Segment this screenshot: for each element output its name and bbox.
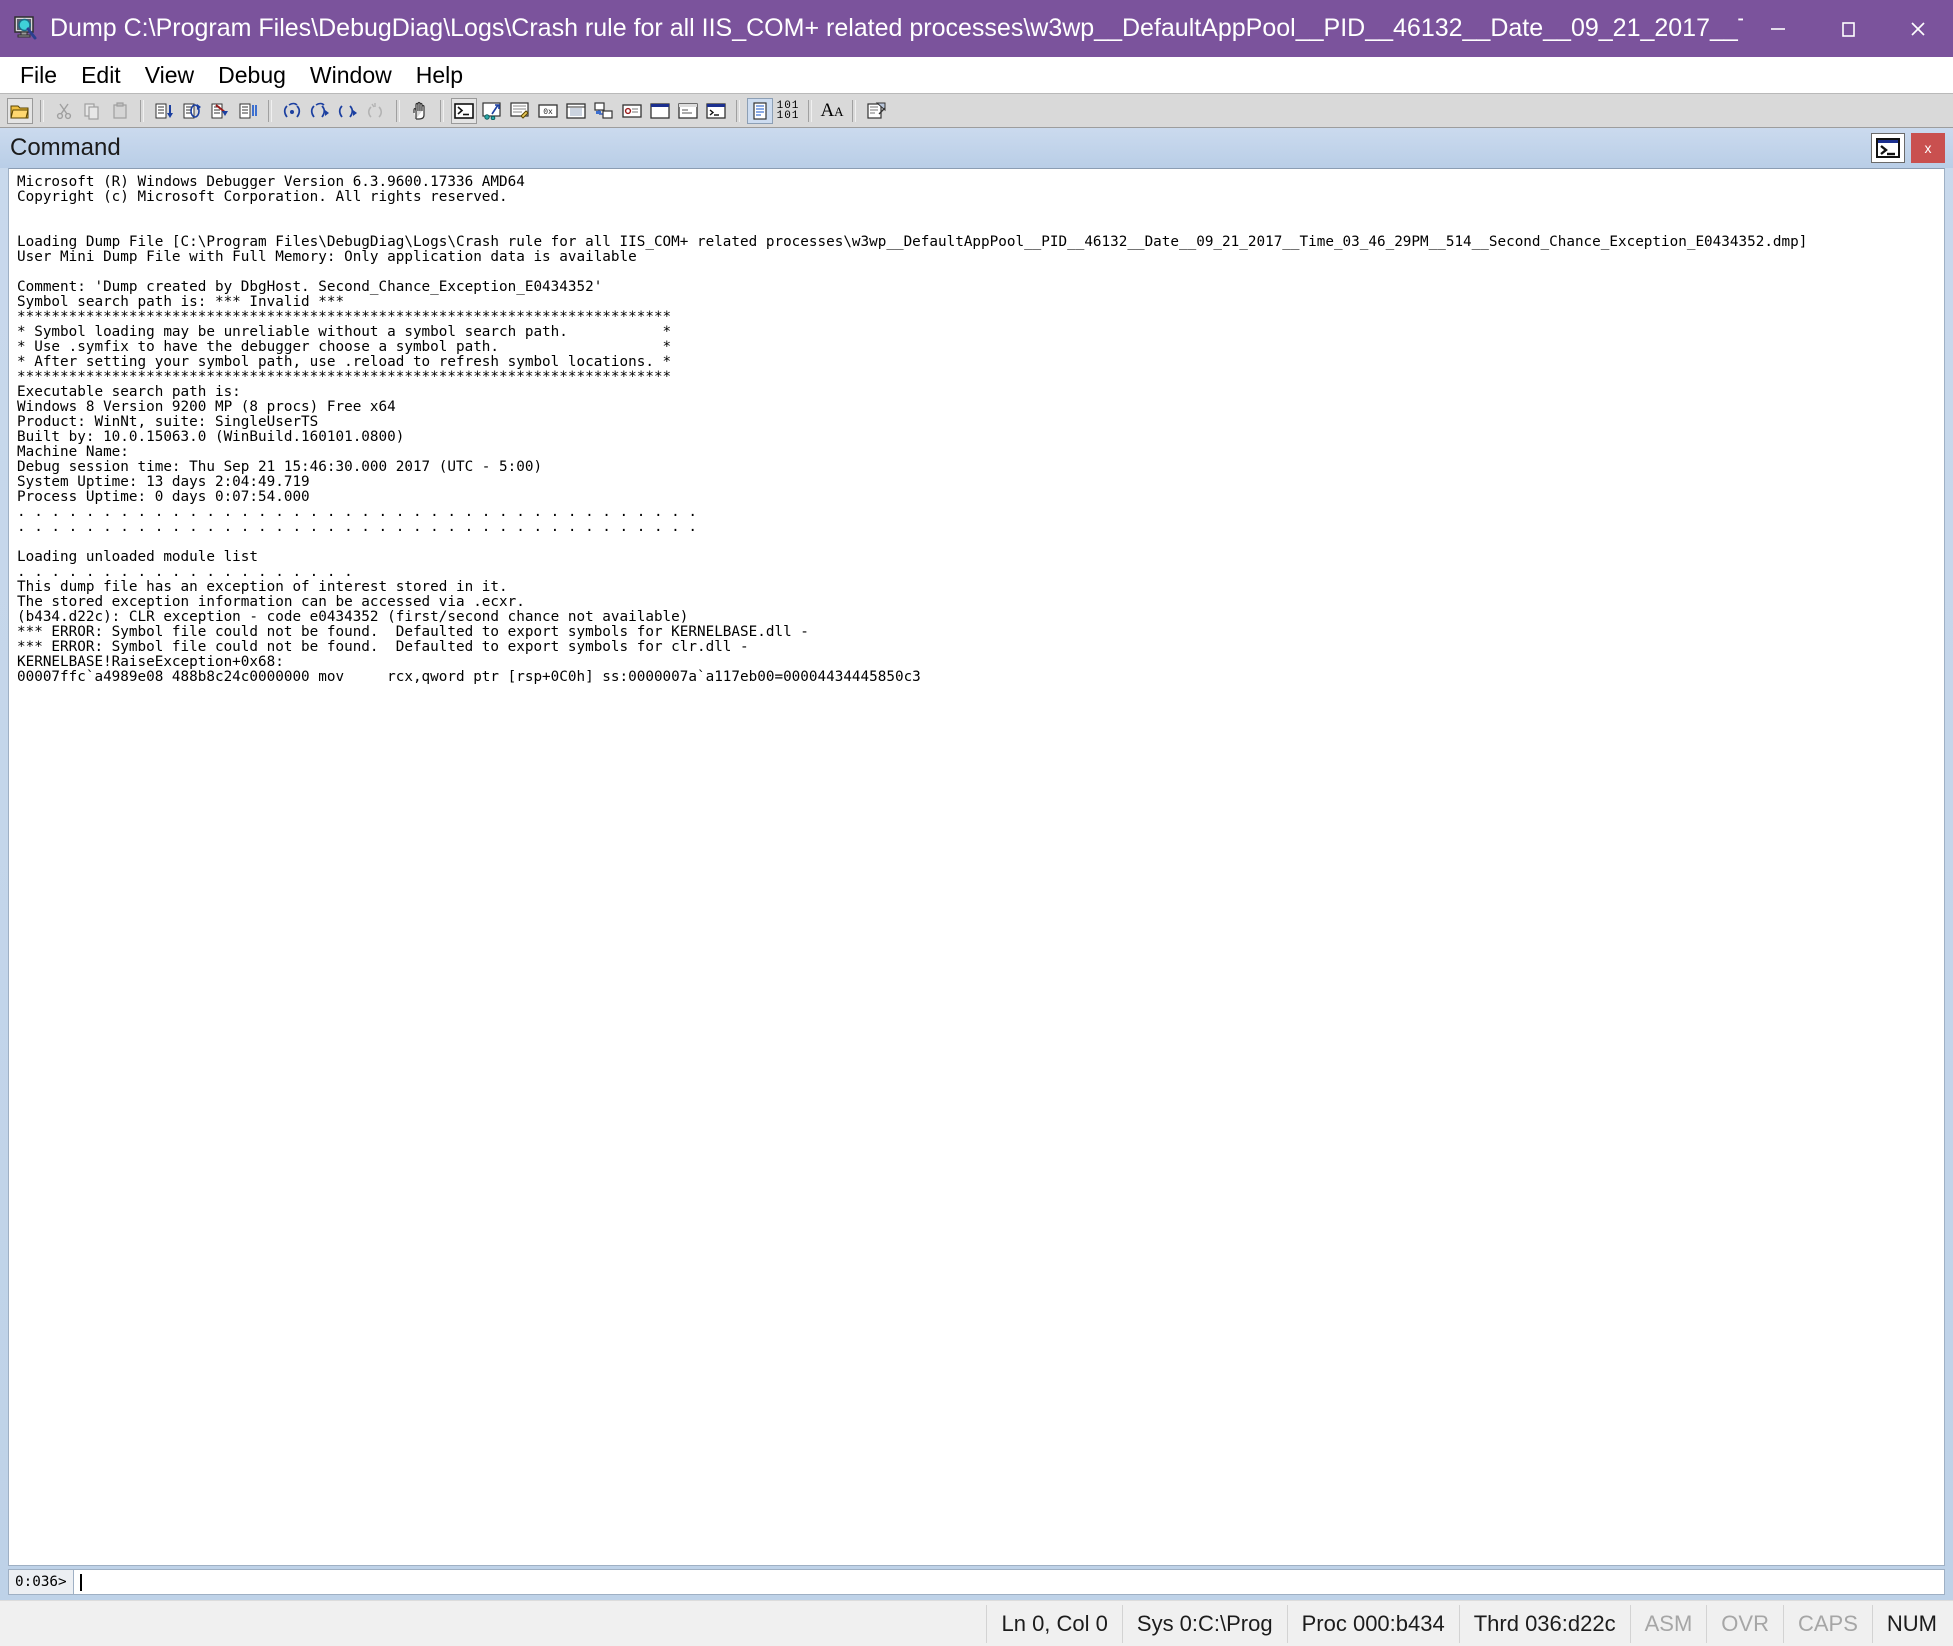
menu-item-file[interactable]: File [8, 60, 69, 91]
command-child-window: Command x Microsoft (R) Windows Debugger… [0, 128, 1953, 1600]
open-file-icon[interactable] [7, 97, 33, 124]
stop-debugging-icon[interactable] [407, 98, 433, 124]
windbg-app-icon [12, 15, 40, 43]
menu-item-view[interactable]: View [133, 60, 206, 91]
registers-window-icon[interactable]: 0x [535, 98, 561, 124]
watch-window-icon[interactable] [479, 98, 505, 124]
paste-icon [107, 98, 133, 124]
status-caps: CAPS [1782, 1604, 1872, 1643]
copy-icon [79, 98, 105, 124]
menu-item-edit[interactable]: Edit [69, 60, 133, 91]
command-prompt-label: 0:036> [9, 1570, 74, 1594]
font-size-big: A [820, 100, 835, 121]
toolbar-separator [808, 99, 812, 122]
step-over-icon[interactable] [179, 98, 205, 124]
toolbar-separator [40, 99, 44, 122]
console-output-text: Microsoft (R) Windows Debugger Version 6… [17, 174, 1808, 685]
step-branch-icon[interactable] [335, 98, 361, 124]
window-controls [1743, 0, 1953, 57]
numeric-base-top: 101 [776, 99, 800, 112]
mdi-client-area: Command x Microsoft (R) Windows Debugger… [0, 128, 1953, 1600]
trace-into-icon[interactable] [279, 98, 305, 124]
step-into-icon[interactable] [151, 98, 177, 124]
disassembly-window-icon[interactable] [619, 98, 645, 124]
command-window-caption: Command x [0, 128, 1953, 168]
status-line-col: Ln 0, Col 0 [986, 1604, 1121, 1643]
toolbar-separator [852, 99, 856, 122]
run-to-cursor-icon[interactable] [207, 98, 233, 124]
status-ovr: OVR [1706, 1604, 1783, 1643]
font-size-glyph: AA [820, 101, 843, 120]
menu-item-window[interactable]: Window [298, 60, 404, 91]
menubar: File Edit View Debug Window Help [0, 57, 1953, 93]
close-button[interactable] [1883, 0, 1953, 57]
text-caret [79, 1573, 82, 1591]
toolbar-separator [736, 99, 740, 122]
call-stack-window-icon[interactable] [591, 98, 617, 124]
open-source-file-icon[interactable] [863, 98, 889, 124]
numeric-base-icon[interactable]: 101 101 [775, 98, 801, 124]
menu-item-debug[interactable]: Debug [206, 60, 298, 91]
window-title: Dump C:\Program Files\DebugDiag\Logs\Cra… [50, 14, 1743, 42]
numeric-base-bottom: 101 [776, 109, 800, 122]
font-size-icon[interactable]: AA [819, 98, 845, 124]
command-input[interactable] [73, 1570, 1944, 1594]
menu-item-help[interactable]: Help [404, 60, 475, 91]
statusbar: Ln 0, Col 0 Sys 0:C:\Prog Proc 000:b434 … [0, 1600, 1953, 1646]
console-output-frame[interactable]: Microsoft (R) Windows Debugger Version 6… [8, 168, 1945, 1566]
locals-window-icon[interactable] [507, 98, 533, 124]
command-window-caption-buttons: x [1871, 133, 1945, 163]
console-restore-icon[interactable] [1871, 133, 1905, 163]
maximize-button[interactable] [1813, 0, 1883, 57]
command-prompt-row[interactable]: 0:036> [8, 1569, 1945, 1595]
toolbar: 0x 101 101 AA [0, 93, 1953, 128]
command-browser-window-icon[interactable] [703, 98, 729, 124]
status-thread: Thrd 036:d22c [1458, 1604, 1630, 1643]
scratch-pad-window-icon[interactable] [647, 98, 673, 124]
toolbar-separator [268, 99, 272, 122]
status-num: NUM [1871, 1604, 1953, 1643]
toolbar-separator [140, 99, 144, 122]
source-mode-icon[interactable] [747, 97, 773, 124]
toolbar-separator [396, 99, 400, 122]
font-size-small: A [834, 104, 844, 119]
command-window-icon[interactable] [451, 97, 477, 124]
memory-window-icon[interactable] [563, 98, 589, 124]
numeric-base-digits: 101 101 [776, 99, 800, 122]
break-icon [363, 98, 389, 124]
cut-icon [51, 98, 77, 124]
command-window-title: Command [10, 134, 121, 161]
restart-icon[interactable] [235, 98, 261, 124]
status-asm: ASM [1629, 1604, 1707, 1643]
toolbar-separator [440, 99, 444, 122]
status-system: Sys 0:C:\Prog [1121, 1604, 1287, 1643]
status-process: Proc 000:b434 [1286, 1604, 1459, 1643]
minimize-button[interactable] [1743, 0, 1813, 57]
window-titlebar: Dump C:\Program Files\DebugDiag\Logs\Cra… [0, 0, 1953, 57]
step-out-icon[interactable] [307, 98, 333, 124]
processes-threads-window-icon[interactable] [675, 98, 701, 124]
command-window-close-button[interactable]: x [1911, 133, 1945, 163]
svg-text:0x: 0x [543, 108, 553, 117]
